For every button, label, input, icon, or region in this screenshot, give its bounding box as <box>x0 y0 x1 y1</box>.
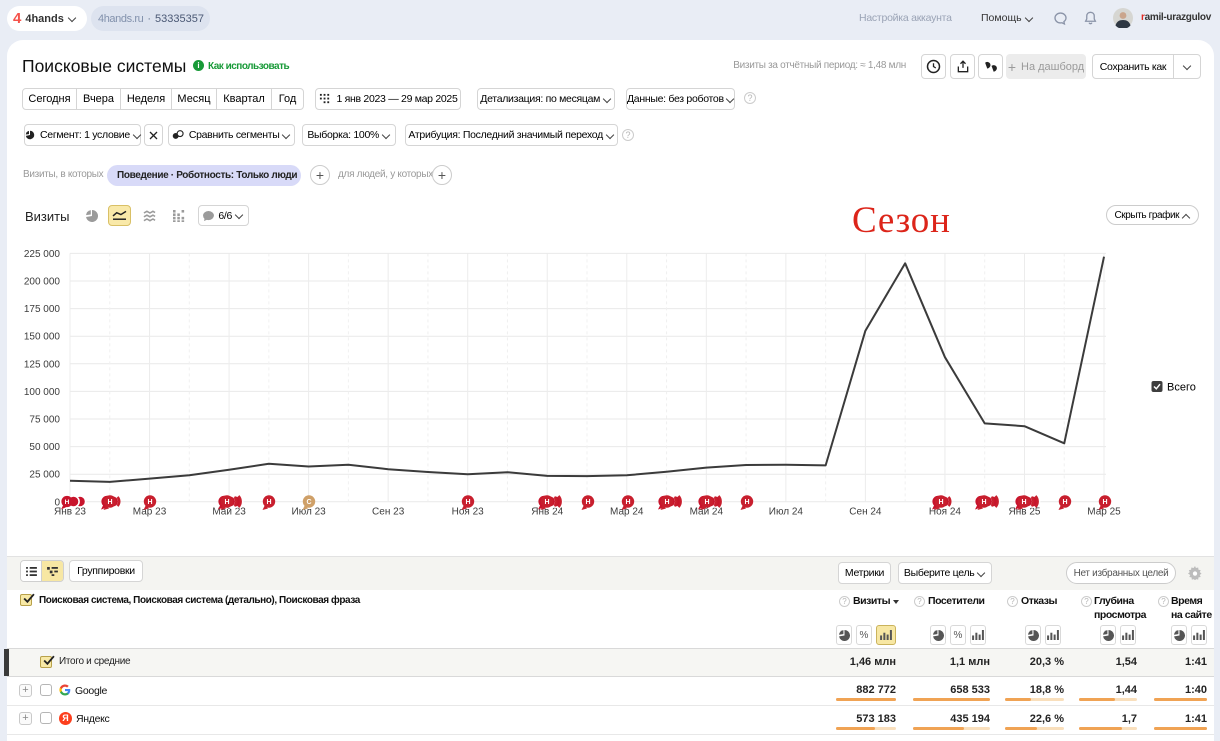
svg-text:Всего: Всего <box>1167 382 1196 394</box>
svg-text:100 000: 100 000 <box>24 387 61 398</box>
svg-text:Сен 24: Сен 24 <box>849 507 882 518</box>
svg-text:Н: Н <box>544 499 549 506</box>
svg-text:Н: Н <box>704 499 709 506</box>
svg-text:Сен 23: Сен 23 <box>372 507 405 518</box>
svg-text:Н: Н <box>938 499 943 506</box>
svg-text:Янв 23: Янв 23 <box>54 507 86 518</box>
svg-text:75 000: 75 000 <box>29 415 60 426</box>
svg-text:Май 23: Май 23 <box>212 507 246 518</box>
svg-text:Мар 23: Мар 23 <box>133 507 167 518</box>
svg-text:200 000: 200 000 <box>24 277 61 288</box>
svg-text:Июл 23: Июл 23 <box>292 507 327 518</box>
svg-text:50 000: 50 000 <box>29 442 60 453</box>
svg-text:Ноя 23: Ноя 23 <box>452 507 485 518</box>
svg-text:Янв 25: Янв 25 <box>1008 507 1040 518</box>
svg-text:Май 24: Май 24 <box>690 507 724 518</box>
svg-text:Н: Н <box>744 499 749 506</box>
svg-text:25 000: 25 000 <box>29 470 60 481</box>
svg-text:Н: Н <box>147 499 152 506</box>
svg-text:Н: Н <box>266 499 271 506</box>
svg-text:Мар 24: Мар 24 <box>610 507 644 518</box>
svg-text:Н: Н <box>465 499 470 506</box>
svg-text:Мар 25: Мар 25 <box>1087 507 1121 518</box>
svg-text:Июл 24: Июл 24 <box>769 507 804 518</box>
svg-text:Н: Н <box>1021 499 1026 506</box>
svg-text:125 000: 125 000 <box>24 359 61 370</box>
svg-text:225 000: 225 000 <box>24 249 61 260</box>
svg-text:175 000: 175 000 <box>24 304 61 315</box>
svg-text:С: С <box>306 499 311 506</box>
svg-text:150 000: 150 000 <box>24 332 61 343</box>
svg-text:Н: Н <box>107 499 112 506</box>
svg-text:Н: Н <box>981 499 986 506</box>
svg-text:Н: Н <box>664 499 669 506</box>
svg-text:Н: Н <box>1062 499 1067 506</box>
svg-text:Н: Н <box>224 499 229 506</box>
svg-text:Н: Н <box>585 499 590 506</box>
svg-text:Н: Н <box>65 499 70 506</box>
svg-text:Янв 24: Янв 24 <box>531 507 563 518</box>
svg-text:Н: Н <box>1102 499 1107 506</box>
svg-text:Н: Н <box>625 499 630 506</box>
